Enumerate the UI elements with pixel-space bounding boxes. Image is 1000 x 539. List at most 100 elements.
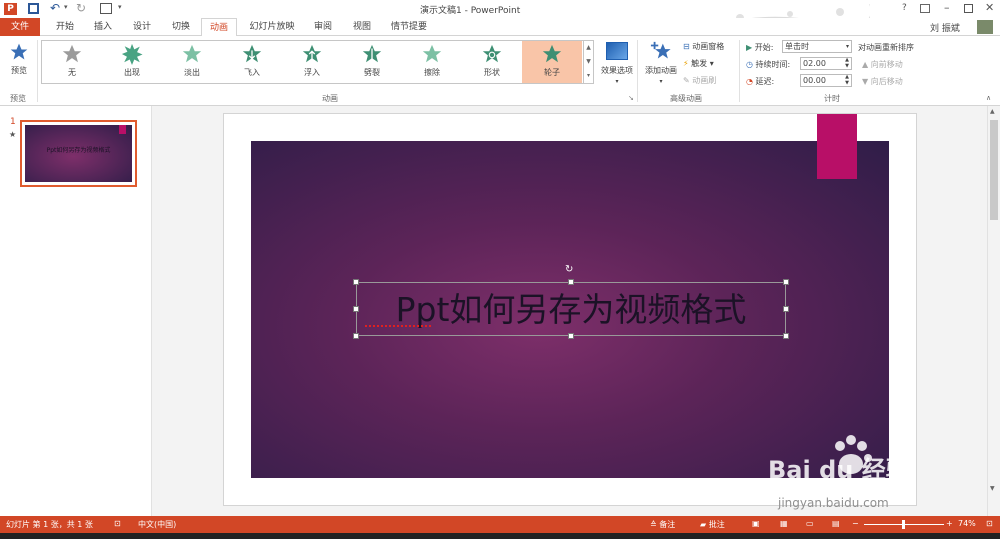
duration-spinner[interactable]: 02.00 ▲ ▼ xyxy=(800,57,852,70)
undo-dropdown-icon[interactable]: ▾ xyxy=(64,3,68,11)
move-later-button[interactable]: ▼ 向后移动 xyxy=(862,76,903,87)
scroll-thumb[interactable] xyxy=(990,120,998,220)
tab-view[interactable]: 视图 xyxy=(349,18,375,36)
start-from-beginning-icon[interactable] xyxy=(100,3,112,14)
preview-star-icon xyxy=(10,43,28,60)
tab-design[interactable]: 设计 xyxy=(129,18,155,36)
animation-wheel[interactable]: 轮子 xyxy=(522,41,582,83)
zoom-slider-thumb[interactable] xyxy=(902,520,905,529)
add-animation-button[interactable]: 添加动画 ▾ xyxy=(641,40,681,88)
user-avatar[interactable] xyxy=(977,20,993,34)
fit-slide-icon[interactable]: ⊡ xyxy=(986,519,993,528)
slide-sorter-icon[interactable]: ▦ xyxy=(780,519,788,528)
tab-transitions[interactable]: 切换 xyxy=(168,18,194,36)
notes-button[interactable]: ≙ 备注 xyxy=(650,519,675,530)
slide-count[interactable]: 幻灯片 第 1 张，共 1 张 xyxy=(6,519,93,530)
animation-fly-in[interactable]: 飞入 xyxy=(222,41,282,83)
duration-value: 02.00 xyxy=(803,59,826,68)
collapse-ribbon-icon[interactable]: ∧ xyxy=(986,94,991,102)
undo-icon[interactable]: ↶ xyxy=(50,1,60,15)
animation-float-in[interactable]: 浮入 xyxy=(282,41,342,83)
ribbon-display-icon[interactable] xyxy=(920,4,930,13)
rotate-handle-icon[interactable]: ↻ xyxy=(565,264,573,275)
zoom-in-icon[interactable]: + xyxy=(946,519,953,528)
vertical-scrollbar[interactable]: ▲ ▼ xyxy=(987,106,1000,516)
star-flyin-icon xyxy=(242,44,262,63)
delay-label: ◔ 延迟: xyxy=(746,76,774,87)
comments-button[interactable]: ▰ 批注 xyxy=(700,519,725,530)
redo-icon[interactable]: ↻ xyxy=(76,1,86,15)
animation-pane-label: 动画窗格 xyxy=(692,42,725,51)
zoom-slider[interactable] xyxy=(864,520,944,529)
preview-button[interactable]: 预览 xyxy=(6,42,32,82)
move-earlier-button[interactable]: ▲ 向前移动 xyxy=(862,59,903,70)
animation-painter-label: 动画刷 xyxy=(692,76,717,85)
delay-label-text: 延迟: xyxy=(755,77,775,86)
animation-shape[interactable]: 形状 xyxy=(462,41,522,83)
animation-pane-button[interactable]: ⊟ 动画窗格 xyxy=(683,41,724,52)
resize-handle[interactable] xyxy=(353,279,359,285)
minimize-button[interactable]: – xyxy=(944,1,950,14)
dialog-launcher-icon[interactable]: ↘ xyxy=(628,94,634,102)
tab-slideshow[interactable]: 幻灯片放映 xyxy=(247,18,297,36)
effect-options-label: 效果选项 xyxy=(601,66,633,75)
customize-qat-icon[interactable]: ▾ xyxy=(118,3,122,11)
group-label-advanced: 高级动画 xyxy=(670,94,702,103)
tab-animations[interactable]: 动画 xyxy=(201,18,237,37)
taskbar-edge xyxy=(0,533,1000,539)
slide-thumbnail[interactable]: Ppt如何另存为视频格式 xyxy=(20,120,137,187)
animation-appear[interactable]: 出现 xyxy=(102,41,162,83)
resize-handle[interactable] xyxy=(568,333,574,339)
tab-storyboarding[interactable]: 情节提要 xyxy=(387,18,431,36)
thumbnail-preview: Ppt如何另存为视频格式 xyxy=(25,125,132,182)
star-burst-icon xyxy=(121,43,143,65)
ribbon: 预览 预览 无 出现 淡出 飞入 浮入 劈裂 擦除 形状 轮子 ▲ ▼ ▾ 效果… xyxy=(0,36,1000,106)
resize-handle[interactable] xyxy=(783,306,789,312)
proofing-icon[interactable]: ⊡ xyxy=(114,519,121,528)
user-name[interactable]: 刘 振斌 xyxy=(930,21,960,34)
tab-file[interactable]: 文件 xyxy=(0,18,40,36)
resize-handle[interactable] xyxy=(783,279,789,285)
slide-title[interactable]: Ppt如何另存为视频格式 xyxy=(357,283,785,335)
chevron-down-icon: ▾ xyxy=(615,78,619,85)
animation-painter-button[interactable]: ✎ 动画刷 xyxy=(683,75,716,86)
animation-split[interactable]: 劈裂 xyxy=(342,41,402,83)
animation-label: 擦除 xyxy=(424,68,440,77)
spinner-arrows-icon[interactable]: ▲ ▼ xyxy=(845,57,849,69)
close-button[interactable]: ✕ xyxy=(985,1,994,14)
animation-label: 飞入 xyxy=(244,68,260,77)
resize-handle[interactable] xyxy=(353,306,359,312)
trigger-label: 触发 xyxy=(691,59,708,68)
animation-label: 劈裂 xyxy=(364,68,380,77)
resize-handle[interactable] xyxy=(353,333,359,339)
star-floatin-icon xyxy=(302,44,322,63)
normal-view-icon[interactable]: ▣ xyxy=(752,519,760,528)
resize-handle[interactable] xyxy=(568,279,574,285)
animation-wipe[interactable]: 擦除 xyxy=(402,41,462,83)
title-textbox[interactable]: Ppt如何另存为视频格式 xyxy=(353,279,789,339)
tab-insert[interactable]: 插入 xyxy=(90,18,116,36)
gallery-scroll[interactable]: ▲ ▼ ▾ xyxy=(583,41,593,83)
tab-home[interactable]: 开始 xyxy=(52,18,78,36)
tab-review[interactable]: 审阅 xyxy=(310,18,336,36)
save-icon[interactable] xyxy=(28,3,39,14)
reading-view-icon[interactable]: ▭ xyxy=(806,519,814,528)
animation-fade[interactable]: 淡出 xyxy=(162,41,222,83)
effect-options-button[interactable]: 效果选项 ▾ xyxy=(597,40,637,85)
trigger-button[interactable]: ⚡ 触发 ▾ xyxy=(683,58,714,69)
start-dropdown[interactable]: 单击时 ▾ xyxy=(782,40,852,53)
help-button[interactable]: ? xyxy=(902,3,907,13)
zoom-out-icon[interactable]: − xyxy=(852,519,859,528)
scroll-down-icon[interactable]: ▼ xyxy=(990,485,995,492)
spinner-arrows-icon[interactable]: ▲ ▼ xyxy=(845,74,849,86)
language-indicator[interactable]: 中文(中国) xyxy=(138,519,176,530)
slide-bookmark-decoration[interactable] xyxy=(817,114,857,179)
zoom-level[interactable]: 74% xyxy=(958,519,976,528)
restore-button[interactable] xyxy=(964,4,973,13)
animation-none[interactable]: 无 xyxy=(42,41,102,83)
scroll-up-icon[interactable]: ▲ xyxy=(990,108,995,115)
resize-handle[interactable] xyxy=(783,333,789,339)
delay-spinner[interactable]: 00.00 ▲ ▼ xyxy=(800,74,852,87)
duration-label: ◷ 持续时间: xyxy=(746,59,790,70)
slideshow-view-icon[interactable]: ▤ xyxy=(832,519,840,528)
